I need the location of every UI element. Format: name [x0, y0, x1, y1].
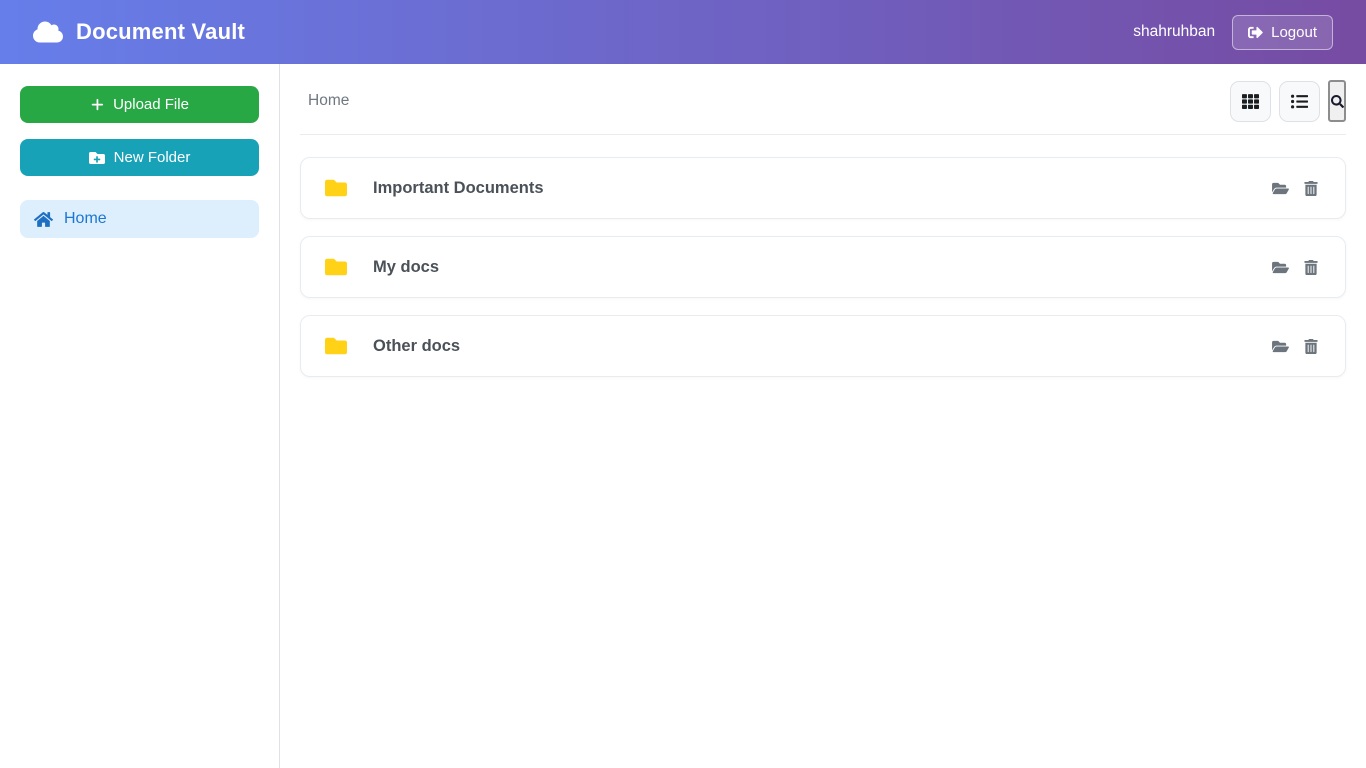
- plus-icon: [90, 98, 104, 112]
- search-icon: [1331, 95, 1344, 108]
- trash-icon[interactable]: [1304, 260, 1318, 275]
- cloud-icon: [33, 20, 63, 44]
- logout-button[interactable]: Logout: [1232, 15, 1333, 50]
- home-icon: [34, 211, 53, 228]
- app-title: Document Vault: [76, 19, 245, 45]
- grid-view-button[interactable]: [1230, 81, 1271, 122]
- logout-button-label: Logout: [1271, 24, 1317, 41]
- grid-view-icon: [1242, 93, 1259, 110]
- sidebar: Upload File New Folder Home: [0, 64, 280, 768]
- folder-name: Other docs: [373, 337, 460, 356]
- list-view-icon: [1291, 93, 1308, 110]
- open-folder-icon[interactable]: [1272, 339, 1289, 354]
- sign-out-icon: [1248, 25, 1263, 40]
- folder-actions: [1272, 181, 1318, 196]
- sidebar-item-home[interactable]: Home: [20, 200, 259, 238]
- search-input[interactable]: [1328, 80, 1346, 122]
- folder-actions: [1272, 339, 1318, 354]
- folder-row[interactable]: Important Documents: [300, 157, 1346, 219]
- folder-actions: [1272, 260, 1318, 275]
- folder-row[interactable]: Other docs: [300, 315, 1346, 377]
- main-content: Home: [280, 64, 1366, 768]
- page-layout: Upload File New Folder Home Home: [0, 64, 1366, 768]
- app-brand: Document Vault: [33, 19, 245, 45]
- new-folder-button[interactable]: New Folder: [20, 139, 259, 176]
- open-folder-icon[interactable]: [1272, 181, 1289, 196]
- folder-icon: [323, 256, 349, 278]
- trash-icon[interactable]: [1304, 339, 1318, 354]
- new-folder-label: New Folder: [114, 149, 191, 166]
- toolbar: Home: [300, 80, 1346, 135]
- folder-list: Important Documents My docs: [300, 157, 1346, 377]
- breadcrumb[interactable]: Home: [300, 92, 349, 110]
- open-folder-icon[interactable]: [1272, 260, 1289, 275]
- folder-name: Important Documents: [373, 179, 544, 198]
- folder-name: My docs: [373, 258, 439, 277]
- sidebar-item-home-label: Home: [64, 210, 107, 228]
- navbar-right: shahruhban Logout: [1133, 15, 1333, 50]
- view-controls: [1230, 80, 1346, 122]
- username-label: shahruhban: [1133, 23, 1215, 41]
- folder-icon: [323, 335, 349, 357]
- upload-file-label: Upload File: [113, 96, 189, 113]
- top-navbar: Document Vault shahruhban Logout: [0, 0, 1366, 64]
- trash-icon[interactable]: [1304, 181, 1318, 196]
- upload-file-button[interactable]: Upload File: [20, 86, 259, 123]
- folder-plus-icon: [89, 150, 105, 166]
- folder-icon: [323, 177, 349, 199]
- folder-row[interactable]: My docs: [300, 236, 1346, 298]
- list-view-button[interactable]: [1279, 81, 1320, 122]
